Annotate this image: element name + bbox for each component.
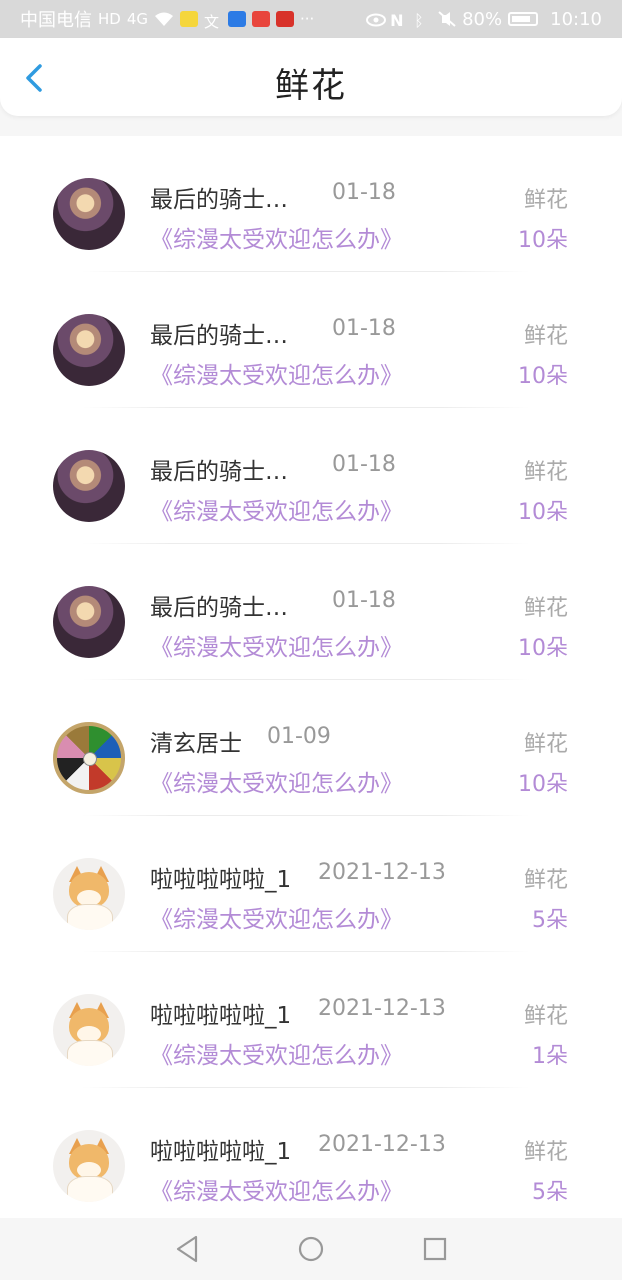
user-name[interactable]: 最后的骑士…	[150, 588, 288, 622]
wifi-icon	[154, 11, 174, 27]
record-row[interactable]: 最后的骑士… 01-18 《综漫太受欢迎怎么办》 鲜花 10朵	[0, 408, 622, 544]
record-row[interactable]: 清玄居士 01-09 《综漫太受欢迎怎么办》 鲜花 10朵	[0, 680, 622, 816]
nfc-icon: N	[390, 11, 404, 30]
gift-type-label: 鲜花	[523, 1140, 568, 1165]
record-date: 2021-12-13	[318, 996, 446, 1021]
book-title-link[interactable]: 《综漫太受欢迎怎么办》	[150, 900, 403, 934]
app-notification-icon	[180, 11, 199, 27]
gift-count: 5朵	[532, 908, 568, 933]
bluetooth-icon: ᛒ	[414, 11, 424, 30]
circle-home-icon	[298, 1236, 324, 1262]
record-row[interactable]: 最后的骑士… 01-18 《综漫太受欢迎怎么办》 鲜花 10朵	[0, 136, 622, 272]
gift-type-label: 鲜花	[523, 868, 568, 893]
system-nav-bar	[0, 1218, 622, 1280]
gift-count: 10朵	[518, 500, 568, 525]
nav-back-button[interactable]	[169, 1231, 205, 1267]
user-name[interactable]: 最后的骑士…	[150, 452, 288, 486]
clock: 10:10	[550, 8, 602, 30]
user-name[interactable]: 最后的骑士…	[150, 316, 288, 350]
book-title-link[interactable]: 《综漫太受欢迎怎么办》	[150, 1172, 403, 1206]
page-title: 鲜花	[275, 66, 347, 106]
user-name[interactable]: 啦啦啦啦啦_1	[150, 1132, 291, 1166]
header-bar: 鲜花	[0, 38, 622, 116]
book-title-link[interactable]: 《综漫太受欢迎怎么办》	[150, 220, 403, 254]
user-avatar[interactable]	[53, 994, 125, 1066]
gift-count: 1朵	[532, 1044, 568, 1069]
hd-indicator: HD	[98, 10, 121, 28]
status-bar: 中国电信 HD 4G 文 ··· N ᛒ 80% 10:10	[0, 0, 622, 38]
gift-type-label: 鲜花	[523, 324, 568, 349]
calendar-app-icon	[228, 11, 247, 27]
user-name[interactable]: 啦啦啦啦啦_1	[150, 996, 291, 1030]
record-row[interactable]: 啦啦啦啦啦_1 2021-12-13 《综漫太受欢迎怎么办》 鲜花 5朵	[0, 816, 622, 952]
eye-icon	[366, 11, 387, 27]
status-right: N ᛒ 80% 10:10	[366, 9, 602, 30]
user-name[interactable]: 清玄居士	[150, 724, 242, 758]
user-avatar[interactable]	[53, 858, 125, 930]
carrier-label: 中国电信	[20, 10, 92, 31]
user-avatar[interactable]	[53, 314, 125, 386]
book-title-link[interactable]: 《综漫太受欢迎怎么办》	[150, 764, 403, 798]
user-avatar[interactable]	[53, 586, 125, 658]
gift-count: 10朵	[518, 228, 568, 253]
mute-icon	[438, 11, 456, 27]
record-date: 2021-12-13	[318, 860, 446, 885]
user-avatar[interactable]	[53, 450, 125, 522]
gift-type-label: 鲜花	[523, 188, 568, 213]
gift-type-label: 鲜花	[523, 460, 568, 485]
nav-recents-button[interactable]	[417, 1231, 453, 1267]
record-date: 01-09	[267, 724, 331, 749]
user-name[interactable]: 啦啦啦啦啦_1	[150, 860, 291, 894]
gift-count: 10朵	[518, 364, 568, 389]
user-avatar[interactable]	[53, 178, 125, 250]
news-app-icon	[276, 11, 295, 27]
record-date: 01-18	[332, 588, 396, 613]
status-left: 中国电信 HD 4G 文 ···	[20, 6, 314, 32]
user-name[interactable]: 最后的骑士…	[150, 180, 288, 214]
record-date: 2021-12-13	[318, 1132, 446, 1157]
square-recents-icon	[423, 1237, 447, 1261]
gift-type-label: 鲜花	[523, 596, 568, 621]
book-title-link[interactable]: 《综漫太受欢迎怎么办》	[150, 356, 403, 390]
network-indicator: 4G	[126, 10, 149, 28]
record-date: 01-18	[332, 180, 396, 205]
user-avatar[interactable]	[53, 722, 125, 794]
translate-icon: 文	[204, 13, 220, 31]
book-title-link[interactable]: 《综漫太受欢迎怎么办》	[150, 492, 403, 526]
record-row[interactable]: 最后的骑士… 01-18 《综漫太受欢迎怎么办》 鲜花 10朵	[0, 544, 622, 680]
user-avatar[interactable]	[53, 1130, 125, 1202]
record-date: 01-18	[332, 452, 396, 477]
shop-app-icon	[252, 11, 271, 27]
gift-type-label: 鲜花	[523, 732, 568, 757]
book-title-link[interactable]: 《综漫太受欢迎怎么办》	[150, 628, 403, 662]
battery-percent: 80%	[462, 8, 503, 30]
triangle-back-icon	[176, 1235, 198, 1263]
record-date: 01-18	[332, 316, 396, 341]
gift-record-list[interactable]: 最后的骑士… 01-18 《综漫太受欢迎怎么办》 鲜花 10朵 最后的骑士… 01-18 《综…	[0, 136, 622, 1218]
record-row[interactable]: 最后的骑士… 01-18 《综漫太受欢迎怎么办》 鲜花 10朵	[0, 272, 622, 408]
record-row[interactable]: 啦啦啦啦啦_1 2021-12-13 《综漫太受欢迎怎么办》 鲜花 1朵	[0, 952, 622, 1088]
gift-count: 10朵	[518, 636, 568, 661]
gift-count: 10朵	[518, 772, 568, 797]
book-title-link[interactable]: 《综漫太受欢迎怎么办》	[150, 1036, 403, 1070]
gift-count: 5朵	[532, 1180, 568, 1205]
battery-icon	[508, 12, 539, 26]
nav-home-button[interactable]	[293, 1231, 329, 1267]
gift-type-label: 鲜花	[523, 1004, 568, 1029]
more-notifications-icon: ···	[300, 10, 315, 28]
record-row[interactable]: 啦啦啦啦啦_1 2021-12-13 《综漫太受欢迎怎么办》 鲜花 5朵	[0, 1088, 622, 1218]
